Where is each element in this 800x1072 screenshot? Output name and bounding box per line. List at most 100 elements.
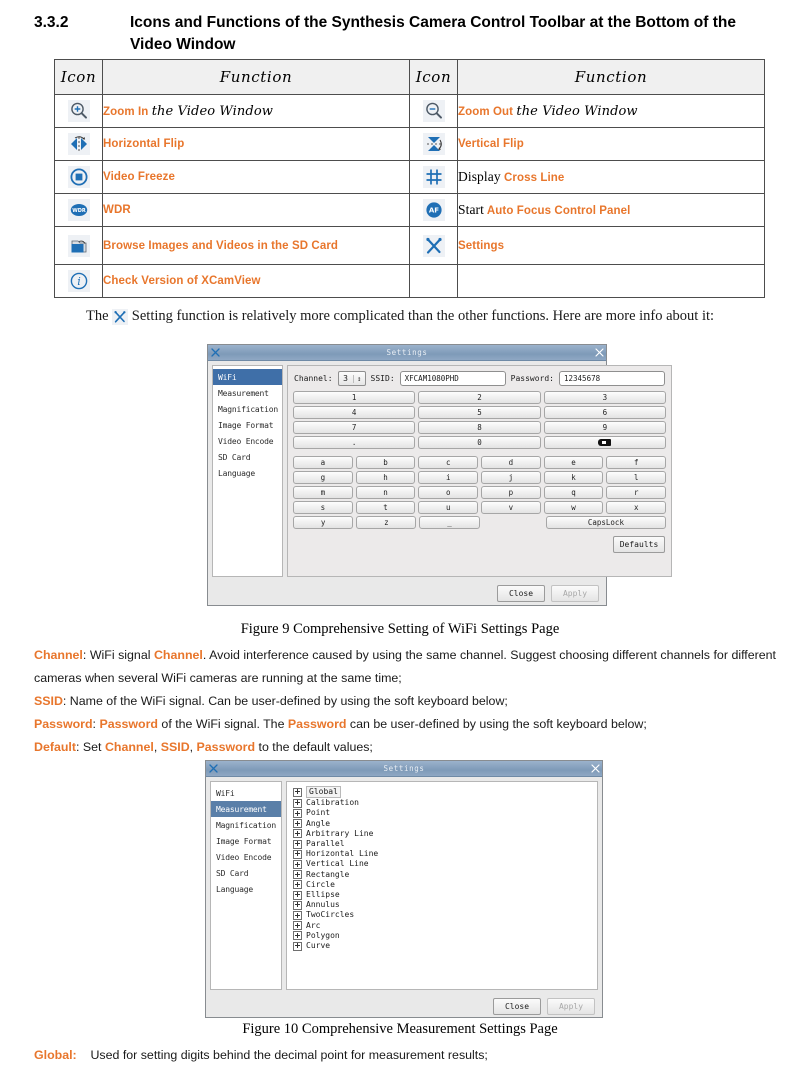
key-7[interactable]: 7 <box>293 421 416 434</box>
key-c[interactable]: c <box>418 456 479 469</box>
expand-icon[interactable] <box>293 809 302 818</box>
close-icon[interactable] <box>588 762 602 775</box>
expand-icon[interactable] <box>293 839 302 849</box>
expand-icon[interactable] <box>293 890 302 900</box>
defaults-button[interactable]: Defaults <box>613 536 665 553</box>
sidebar-item-image-format[interactable]: Image Format <box>213 417 282 433</box>
tree-item-twocircles[interactable]: TwoCircles <box>291 910 597 921</box>
key-n[interactable]: n <box>355 486 416 499</box>
key-e[interactable]: e <box>543 456 604 469</box>
key-o[interactable]: o <box>418 486 479 499</box>
key-l[interactable]: l <box>606 471 667 484</box>
tree-item-horizontal-line[interactable]: Horizontal Line <box>291 849 597 859</box>
channel-stepper[interactable]: 3 ↕ <box>337 371 366 386</box>
key-9[interactable]: 9 <box>543 421 666 434</box>
key-f[interactable]: f <box>606 456 667 469</box>
key-w[interactable]: w <box>543 501 604 514</box>
wifi-settings-dialog[interactable]: Settings WiFi Measurement Magnification … <box>207 344 672 606</box>
key-h[interactable]: h <box>355 471 416 484</box>
key-backspace[interactable] <box>543 436 666 449</box>
tree-item-rectangle[interactable]: Rectangle <box>291 870 597 880</box>
sidebar-item-video-encode[interactable]: Video Encode <box>213 433 282 449</box>
expand-icon[interactable] <box>293 787 302 797</box>
sidebar-item-magnification[interactable]: Magnification <box>211 817 281 833</box>
settings-sidebar[interactable]: WiFi Measurement Magnification Image For… <box>210 781 282 990</box>
key-j[interactable]: j <box>481 471 541 484</box>
apply-button[interactable]: Apply <box>551 584 599 602</box>
key-a[interactable]: a <box>293 456 353 469</box>
key-u[interactable]: u <box>418 501 479 514</box>
key-z[interactable]: z <box>356 516 417 529</box>
sidebar-item-video-encode[interactable]: Video Encode <box>211 849 281 865</box>
tree-item-annulus[interactable]: Annulus <box>291 900 597 910</box>
key-b[interactable]: b <box>355 456 416 469</box>
tree-item-arc[interactable]: Arc <box>291 921 597 931</box>
ssid-input[interactable]: XFCAM1080PHD <box>399 371 506 386</box>
measurement-settings-dialog[interactable]: Settings WiFi Measurement Magnification … <box>205 760 603 1018</box>
expand-icon[interactable] <box>293 829 302 839</box>
password-input[interactable]: 12345678 <box>559 371 665 386</box>
tree-item-point[interactable]: Point <box>291 808 597 818</box>
sidebar-item-magnification[interactable]: Magnification <box>213 401 282 417</box>
expand-icon[interactable] <box>293 931 302 941</box>
sidebar-item-sd-card[interactable]: SD Card <box>211 865 281 881</box>
key-p[interactable]: p <box>481 486 541 499</box>
key-s[interactable]: s <box>293 501 353 514</box>
expand-icon[interactable] <box>293 860 302 870</box>
sidebar-item-measurement[interactable]: Measurement <box>213 385 282 401</box>
sidebar-item-language[interactable]: Language <box>213 465 282 481</box>
close-button[interactable]: Close <box>493 997 541 1015</box>
key-k[interactable]: k <box>543 471 604 484</box>
key-period[interactable]: . <box>293 436 416 449</box>
sidebar-item-wifi[interactable]: WiFi <box>213 369 283 385</box>
tree-item-arbitrary-line[interactable]: Arbitrary Line <box>291 829 597 839</box>
expand-icon[interactable] <box>293 911 302 921</box>
chevron-updown-icon[interactable]: ↕ <box>352 374 365 383</box>
tree-item-circle[interactable]: Circle <box>291 880 597 890</box>
key-0[interactable]: 0 <box>418 436 541 449</box>
key-t[interactable]: t <box>355 501 416 514</box>
key-y[interactable]: y <box>293 516 354 529</box>
tree-item-parallel[interactable]: Parallel <box>291 839 597 849</box>
close-button[interactable]: Close <box>497 584 545 602</box>
key-5[interactable]: 5 <box>418 406 541 419</box>
key-r[interactable]: r <box>606 486 667 499</box>
numeric-keypad[interactable]: 1 2 3 4 5 6 7 8 9 . 0 <box>288 389 671 449</box>
key-capslock[interactable]: CapsLock <box>545 516 666 529</box>
key-m[interactable]: m <box>293 486 353 499</box>
key-x[interactable]: x <box>606 501 667 514</box>
sidebar-item-language[interactable]: Language <box>211 881 281 897</box>
expand-icon[interactable] <box>293 819 302 829</box>
close-icon[interactable] <box>592 346 606 359</box>
key-g[interactable]: g <box>293 471 353 484</box>
expand-icon[interactable] <box>293 941 302 951</box>
sidebar-item-measurement[interactable]: Measurement <box>211 801 281 817</box>
tree-item-ellipse[interactable]: Ellipse <box>291 890 597 900</box>
expand-icon[interactable] <box>293 900 302 910</box>
key-4[interactable]: 4 <box>293 406 416 419</box>
expand-icon[interactable] <box>293 880 302 890</box>
tree-item-polygon[interactable]: Polygon <box>291 931 597 941</box>
key-6[interactable]: 6 <box>543 406 666 419</box>
sidebar-item-wifi[interactable]: WiFi <box>211 785 281 801</box>
tree-item-angle[interactable]: Angle <box>291 819 597 829</box>
key-2[interactable]: 2 <box>418 391 541 404</box>
key-q[interactable]: q <box>543 486 604 499</box>
key-i[interactable]: i <box>418 471 479 484</box>
key-3[interactable]: 3 <box>543 391 666 404</box>
expand-icon[interactable] <box>293 849 302 859</box>
apply-button[interactable]: Apply <box>547 997 595 1015</box>
measurement-tree[interactable]: Global Calibration Point Angle Arbitrary… <box>287 782 597 951</box>
key-8[interactable]: 8 <box>418 421 541 434</box>
expand-icon[interactable] <box>293 798 302 808</box>
key-v[interactable]: v <box>481 501 541 514</box>
sidebar-item-sd-card[interactable]: SD Card <box>213 449 282 465</box>
tree-item-calibration[interactable]: Calibration <box>291 798 597 808</box>
key-1[interactable]: 1 <box>293 391 416 404</box>
alpha-keypad[interactable]: a b c d e f g h i j k l m n o p q r s t … <box>288 451 671 529</box>
tree-item-curve[interactable]: Curve <box>291 941 597 951</box>
settings-sidebar[interactable]: WiFi Measurement Magnification Image For… <box>212 365 284 577</box>
measurement-tree-panel[interactable]: Global Calibration Point Angle Arbitrary… <box>286 781 598 990</box>
tree-item-vertical-line[interactable]: Vertical Line <box>291 859 597 870</box>
expand-icon[interactable] <box>293 921 302 931</box>
